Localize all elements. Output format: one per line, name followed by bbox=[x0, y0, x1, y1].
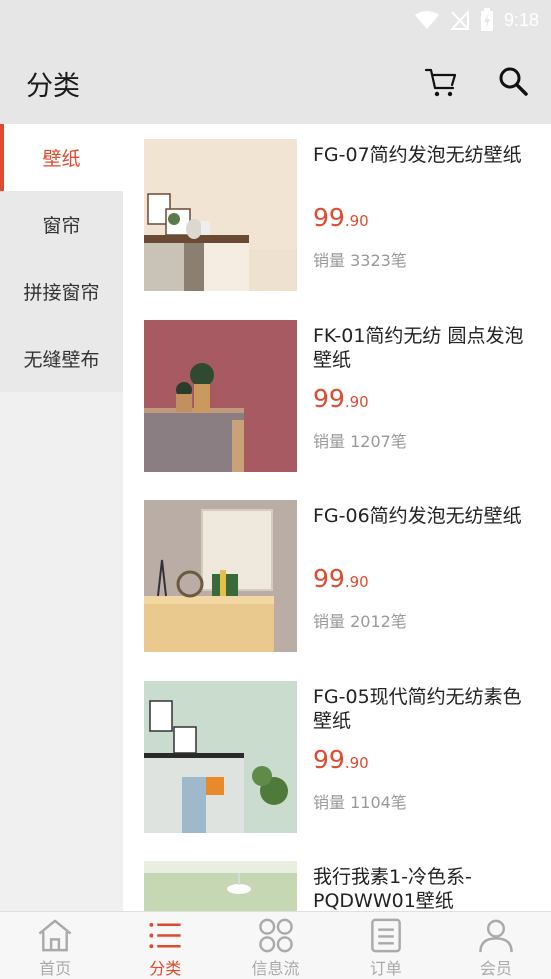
product-name: FK-01简约无纺 圆点发泡壁纸 bbox=[313, 325, 524, 371]
tab-feed[interactable]: 信息流 bbox=[220, 912, 330, 979]
product-price: 99.90 bbox=[313, 384, 369, 413]
product-item[interactable]: 我行我素1-冷色系-PQDWW01壁纸 bbox=[144, 861, 544, 911]
status-bar: 9:18 bbox=[0, 0, 551, 40]
bottom-tab-bar: 首页 分类 信息流 订单 会员 bbox=[0, 911, 551, 979]
product-image bbox=[144, 320, 297, 472]
product-item[interactable]: FG-05现代简约无纺素色壁纸 99.90 销量 1104笔 bbox=[144, 681, 544, 833]
user-icon bbox=[479, 919, 513, 953]
tab-category[interactable]: 分类 bbox=[110, 912, 220, 979]
tab-orders[interactable]: 订单 bbox=[331, 912, 441, 979]
product-name: FG-06简约发泡无纺壁纸 bbox=[313, 505, 522, 527]
product-sales: 销量 1207笔 bbox=[313, 432, 407, 451]
battery-charging-icon bbox=[480, 8, 493, 31]
sidebar-item-splice-curtain[interactable]: 拼接窗帘 bbox=[0, 258, 123, 325]
product-list: FG-07简约发泡无纺壁纸 99.90 销量 3323笔 FK-01简约无纺 圆… bbox=[123, 124, 551, 911]
tab-home[interactable]: 首页 bbox=[0, 912, 110, 979]
product-image bbox=[144, 861, 297, 911]
product-image bbox=[144, 500, 297, 652]
product-price: 99.90 bbox=[313, 564, 369, 593]
product-sales: 销量 3323笔 bbox=[313, 251, 407, 270]
cart-icon[interactable] bbox=[423, 64, 459, 100]
sidebar-item-wallpaper[interactable]: 壁纸 bbox=[0, 124, 123, 191]
product-sales: 销量 1104笔 bbox=[313, 793, 407, 812]
product-image bbox=[144, 681, 297, 833]
status-time: 9:18 bbox=[503, 9, 539, 30]
product-price: 99.90 bbox=[313, 203, 369, 232]
sidebar-item-curtain[interactable]: 窗帘 bbox=[0, 191, 123, 258]
tab-member[interactable]: 会员 bbox=[441, 912, 551, 979]
order-icon bbox=[370, 918, 401, 953]
product-item[interactable]: FG-07简约发泡无纺壁纸 99.90 销量 3323笔 bbox=[144, 139, 544, 291]
grid-icon bbox=[258, 918, 293, 953]
product-item[interactable]: FG-06简约发泡无纺壁纸 99.90 销量 2012笔 bbox=[144, 500, 544, 652]
search-icon[interactable] bbox=[496, 64, 532, 100]
product-name: 我行我素1-冷色系-PQDWW01壁纸 bbox=[313, 866, 472, 911]
product-price: 99.90 bbox=[313, 745, 369, 774]
product-sales: 销量 2012笔 bbox=[313, 612, 407, 631]
product-image bbox=[144, 139, 297, 291]
product-name: FG-07简约发泡无纺壁纸 bbox=[313, 144, 522, 166]
sidebar-item-seamless-cloth[interactable]: 无缝壁布 bbox=[0, 325, 123, 392]
home-icon bbox=[38, 919, 72, 952]
app-header: 分类 bbox=[0, 40, 551, 124]
no-signal-icon bbox=[449, 9, 469, 30]
page-title: 分类 bbox=[26, 71, 80, 102]
wifi-icon bbox=[414, 11, 439, 29]
list-icon bbox=[149, 922, 181, 949]
category-sidebar: 壁纸 窗帘 拼接窗帘 无缝壁布 bbox=[0, 124, 123, 911]
product-name: FG-05现代简约无纺素色壁纸 bbox=[313, 686, 522, 732]
product-item[interactable]: FK-01简约无纺 圆点发泡壁纸 99.90 销量 1207笔 bbox=[144, 320, 544, 472]
